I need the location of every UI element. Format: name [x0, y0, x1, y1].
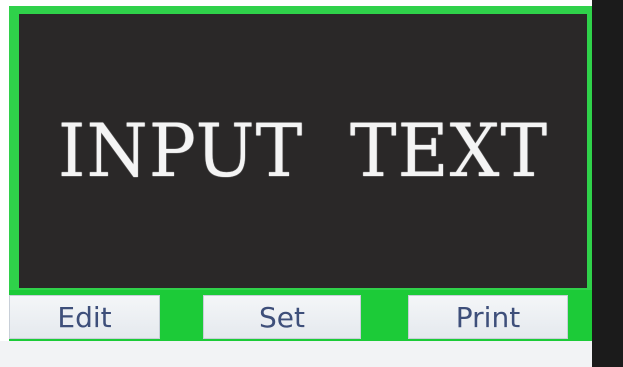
bottom-strip [0, 341, 592, 367]
print-button[interactable]: Print [408, 295, 568, 339]
device-screen: INPUT TEXT Edit Set Print [0, 0, 623, 367]
device-bezel [592, 0, 623, 367]
text-display-panel: INPUT TEXT [19, 14, 587, 288]
edit-button[interactable]: Edit [9, 295, 160, 339]
set-button[interactable]: Set [203, 295, 361, 339]
display-text: INPUT TEXT [57, 107, 549, 195]
